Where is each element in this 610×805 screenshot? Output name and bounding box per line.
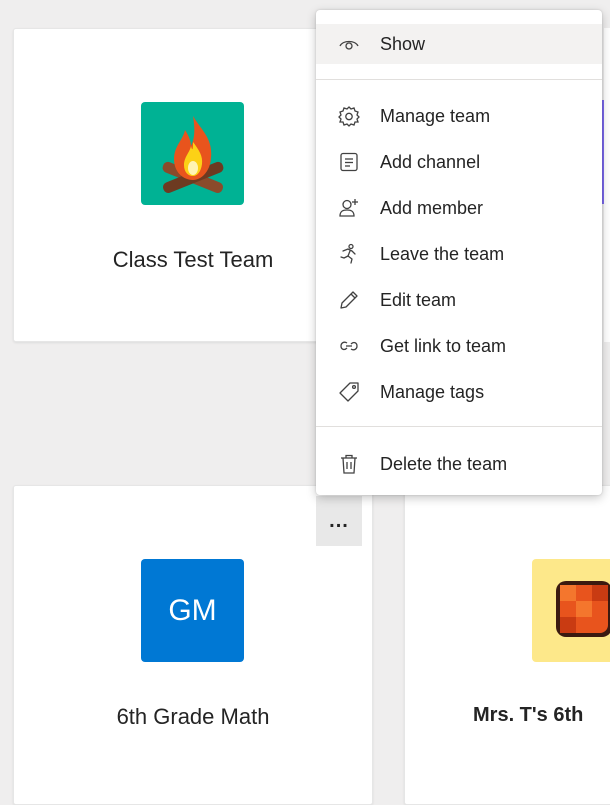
menu-item-label: Delete the team	[380, 453, 508, 474]
team-card-mrs-t[interactable]: Mrs. T's 6th	[404, 485, 610, 805]
menu-item-label: Show	[380, 33, 426, 54]
team-avatar: GM	[141, 559, 244, 662]
gem-icon	[556, 581, 610, 637]
menu-item-label: Manage tags	[380, 381, 485, 402]
menu-item-label: Leave the team	[380, 243, 505, 264]
menu-item-manage-team[interactable]: Manage team	[316, 96, 602, 136]
card-edge-partial	[604, 28, 610, 342]
menu-item-leave-team[interactable]: Leave the team	[316, 234, 602, 274]
team-initials: GM	[168, 593, 217, 627]
menu-item-edit-team[interactable]: Edit team	[316, 280, 602, 320]
menu-item-get-link[interactable]: Get link to team	[316, 326, 602, 366]
menu-item-label: Add member	[380, 197, 484, 218]
menu-item-show[interactable]: Show	[316, 24, 602, 64]
team-context-menu: Show Manage team Add channel Add member …	[316, 10, 602, 495]
menu-item-add-member[interactable]: Add member	[316, 188, 602, 228]
menu-item-manage-tags[interactable]: Manage tags	[316, 372, 602, 412]
add-person-icon	[338, 197, 360, 219]
more-options-button[interactable]: ...	[316, 496, 362, 546]
channel-icon	[338, 151, 360, 173]
menu-divider	[316, 426, 602, 427]
team-avatar	[141, 102, 244, 205]
menu-item-add-channel[interactable]: Add channel	[316, 142, 602, 182]
running-person-icon	[338, 243, 360, 265]
more-options-label: ...	[329, 509, 349, 532]
team-name: 6th Grade Math	[116, 704, 270, 729]
team-name: Mrs. T's 6th	[473, 704, 584, 726]
menu-divider	[316, 79, 602, 80]
tag-icon	[338, 381, 360, 403]
trash-icon	[338, 453, 360, 475]
campfire-icon	[162, 116, 224, 194]
menu-item-label: Get link to team	[380, 335, 507, 356]
team-avatar	[532, 559, 610, 662]
menu-item-label: Manage team	[380, 105, 491, 126]
menu-item-delete-team[interactable]: Delete the team	[316, 444, 602, 484]
link-icon	[338, 335, 360, 357]
eye-icon	[338, 33, 360, 55]
gear-icon	[338, 105, 360, 127]
pencil-icon	[338, 289, 360, 311]
menu-item-label: Add channel	[380, 151, 481, 172]
menu-item-label: Edit team	[380, 289, 457, 310]
